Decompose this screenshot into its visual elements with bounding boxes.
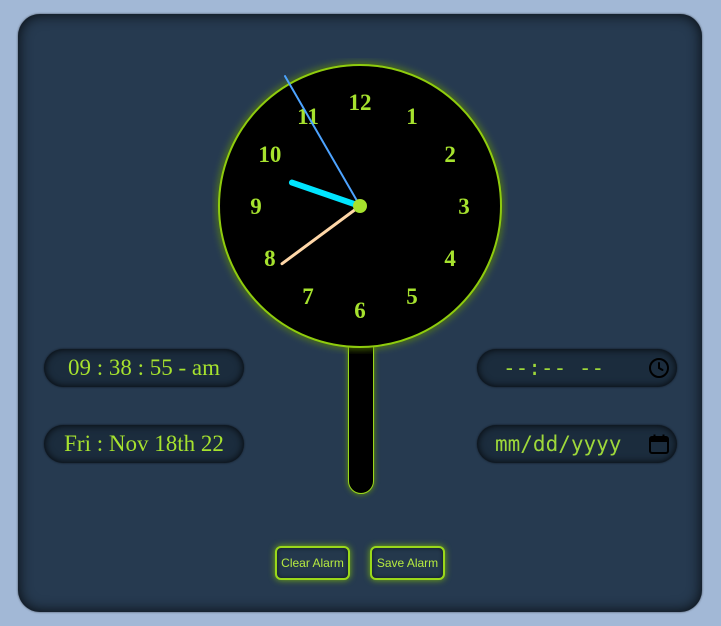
clear-alarm-button[interactable]: Clear Alarm xyxy=(275,546,350,580)
calendar-icon[interactable] xyxy=(647,432,671,456)
clear-alarm-label: Clear Alarm xyxy=(281,556,344,570)
clock-numeral-12: 12 xyxy=(349,90,372,115)
alarm-time-input[interactable]: --:-- -- xyxy=(477,349,677,387)
date-display-text: Fri : Nov 18th 22 xyxy=(64,431,224,456)
save-alarm-label: Save Alarm xyxy=(376,556,439,570)
clock-icon[interactable] xyxy=(647,356,671,380)
alarm-time-placeholder: --:-- -- xyxy=(503,356,605,380)
clock-numeral-4: 4 xyxy=(444,246,456,271)
clock-numeral-1: 1 xyxy=(406,104,418,129)
alarm-date-input[interactable]: mm/dd/yyyy xyxy=(477,425,677,463)
time-display-text: 09 : 38 : 55 - am xyxy=(67,355,221,380)
clock-numeral-10: 10 xyxy=(258,142,281,167)
clock-numeral-8: 8 xyxy=(264,246,276,271)
clock-numeral-9: 9 xyxy=(250,194,262,219)
alarm-date-placeholder: mm/dd/yyyy xyxy=(495,432,622,456)
analog-clock: 121234567891011 xyxy=(218,64,502,348)
clock-numeral-2: 2 xyxy=(444,142,456,167)
time-display: 09 : 38 : 55 - am xyxy=(44,349,244,387)
clock-numeral-6: 6 xyxy=(354,298,366,323)
clock-center-dot xyxy=(353,199,367,213)
pendulum-stick xyxy=(348,330,374,494)
clock-numeral-3: 3 xyxy=(458,194,470,219)
date-display: Fri : Nov 18th 22 xyxy=(44,425,244,463)
save-alarm-button[interactable]: Save Alarm xyxy=(370,546,445,580)
clock-numeral-5: 5 xyxy=(406,284,418,309)
clock-numeral-7: 7 xyxy=(302,284,314,309)
